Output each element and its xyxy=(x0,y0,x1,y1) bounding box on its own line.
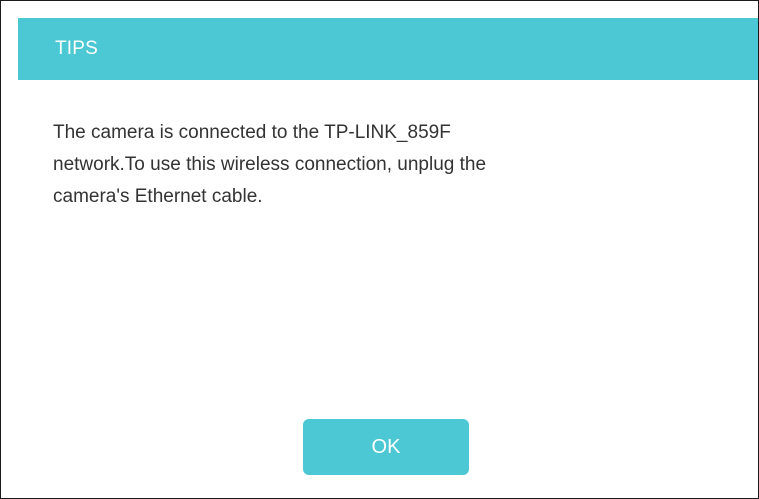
tips-dialog: TIPS The camera is connected to the TP-L… xyxy=(0,0,759,499)
dialog-title: TIPS xyxy=(55,38,99,59)
dialog-message: The camera is connected to the TP-LINK_8… xyxy=(53,122,487,207)
dialog-header: TIPS xyxy=(18,18,758,80)
ok-button[interactable]: OK xyxy=(303,419,469,475)
